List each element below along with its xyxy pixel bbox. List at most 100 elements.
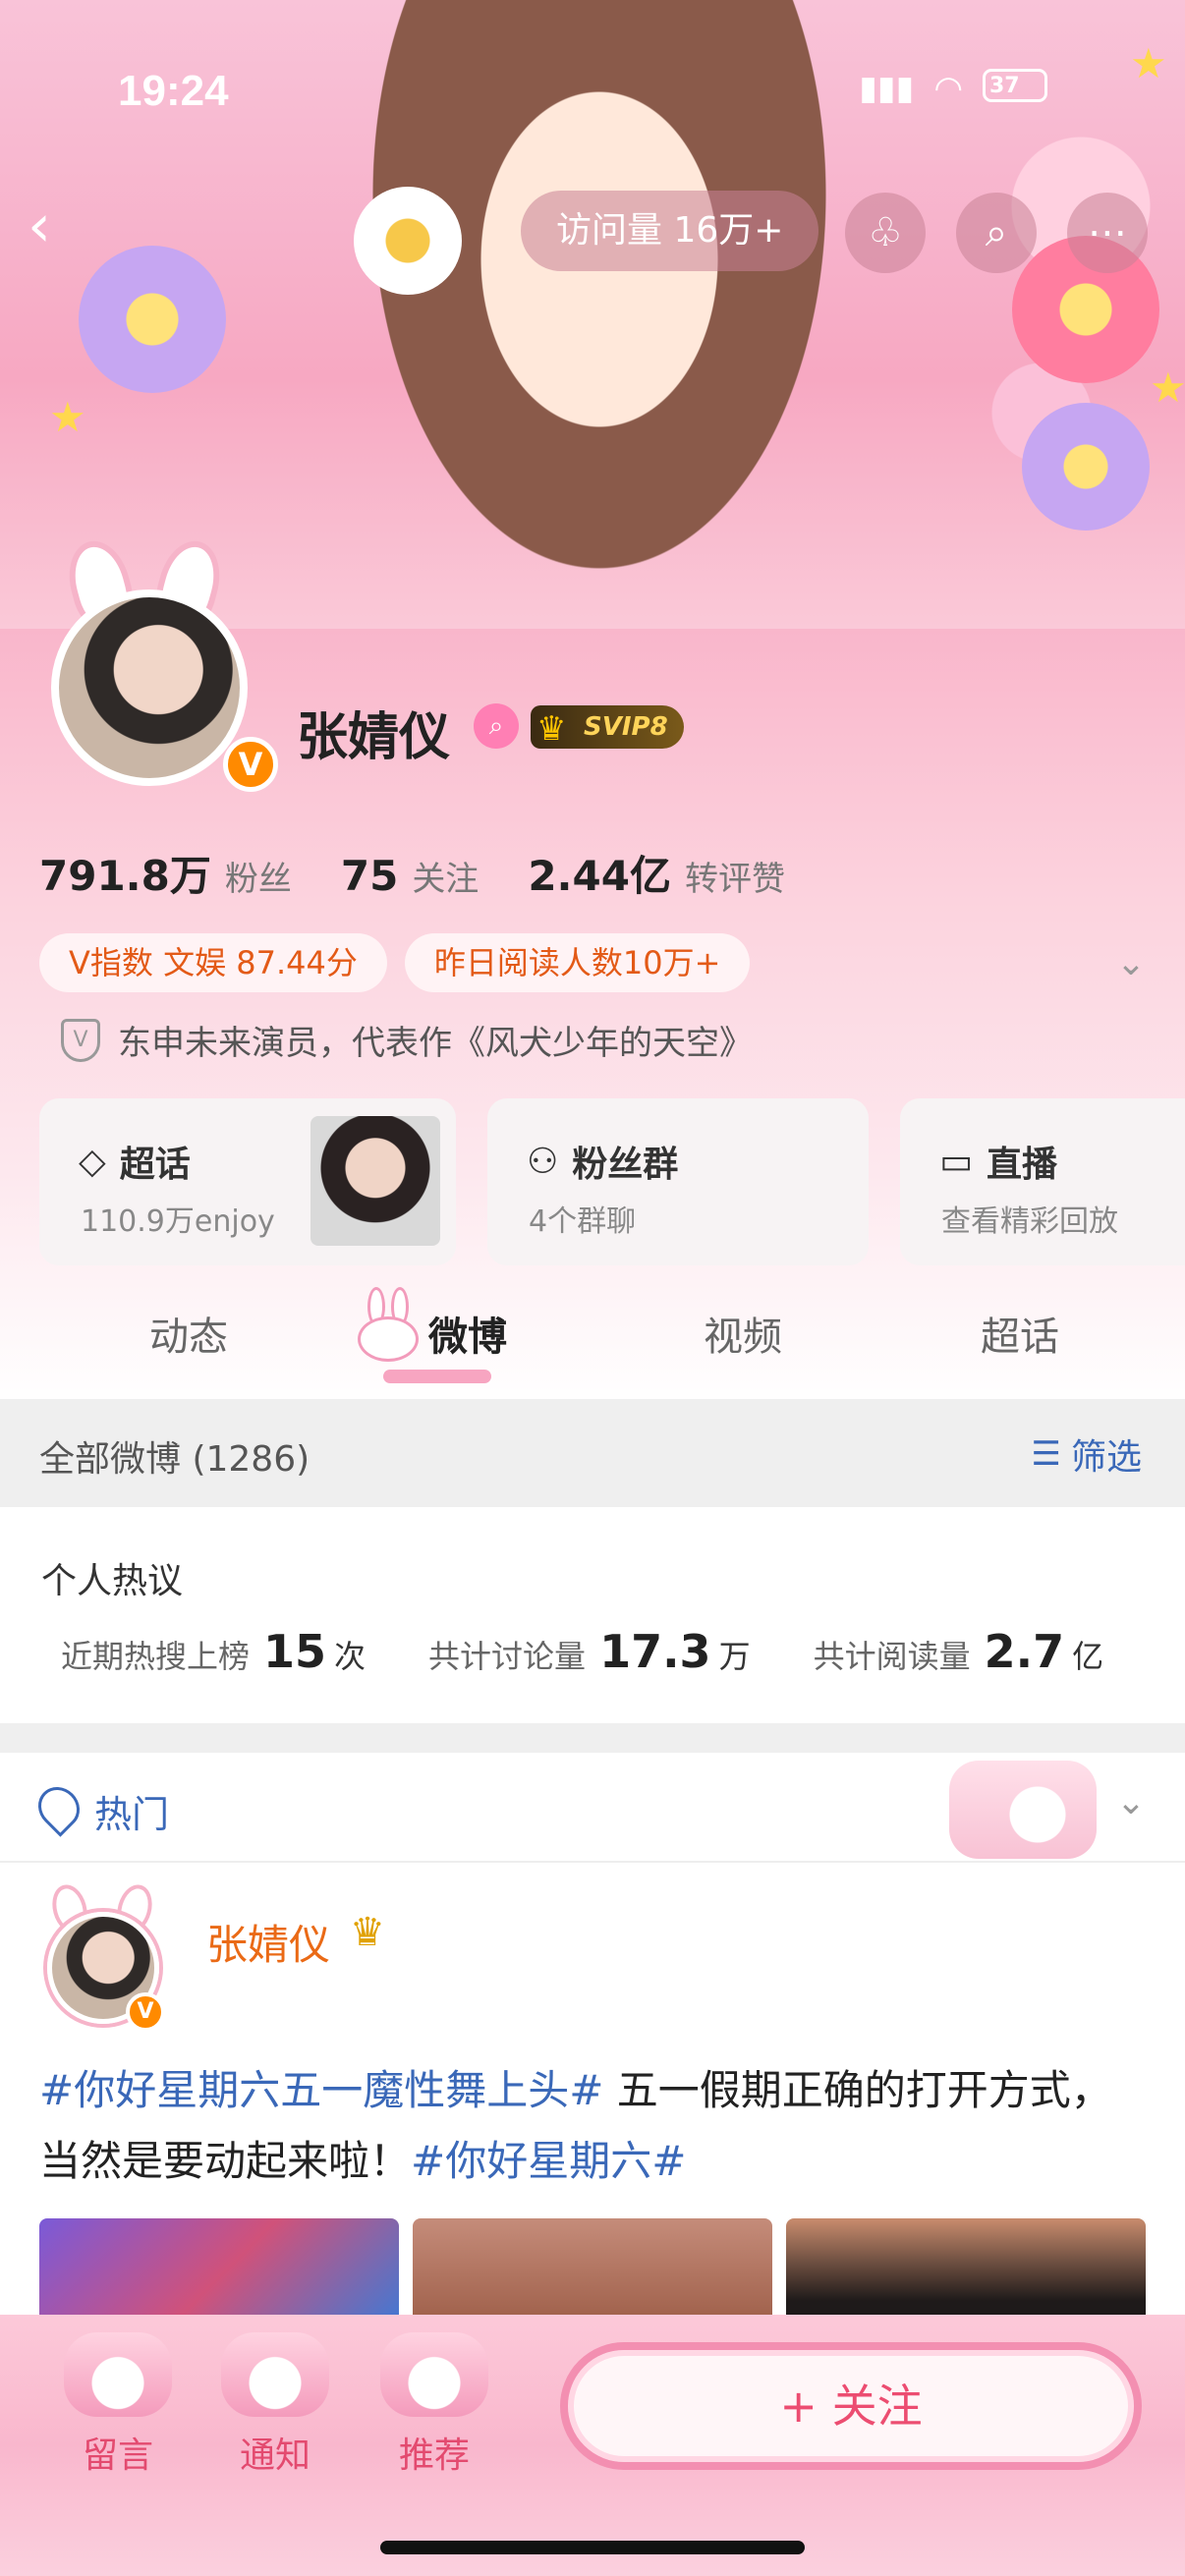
- hot-label: 热门: [94, 1793, 170, 1836]
- svip-badge[interactable]: ♛ SVIP8: [531, 705, 684, 749]
- profile-name: 张婧仪: [297, 708, 451, 767]
- recommend-button[interactable]: 推荐: [366, 2332, 503, 2478]
- message-label: 留言: [82, 2436, 153, 2476]
- message-button[interactable]: 留言: [49, 2332, 187, 2478]
- battery-level: 37: [989, 74, 1020, 98]
- likes-label: 转评赞: [684, 860, 785, 899]
- profile-section: V 张婧仪 ⌕ ♛ SVIP8 791.8万 粉丝 75 关注 2.44亿 转评赞…: [0, 533, 1185, 1405]
- back-icon[interactable]: ‹: [28, 196, 96, 265]
- stat-label: 近期热搜上榜: [61, 1638, 251, 1675]
- feature-cards: ◇ 超话 110.9万enjoy ⚇ 粉丝群 4个群聊 ▭ 直播 查看精彩回放: [39, 1098, 1185, 1265]
- bottom-action-bar: 留言 通知 推荐 + 关注: [0, 2315, 1185, 2576]
- search-badge-icon[interactable]: ⌕: [474, 703, 519, 749]
- card-title: ◇ 超话: [79, 1136, 191, 1187]
- bunny-notify-icon: [221, 2332, 329, 2417]
- post-author[interactable]: 张婧仪: [206, 1912, 330, 1972]
- visit-count[interactable]: 访问量 16万+: [521, 191, 819, 271]
- weibo-post[interactable]: V 张婧仪 ♛ #你好星期六五一魔性舞上头# 五一假期正确的打开方式，当然是要动…: [0, 1863, 1185, 2336]
- gift-icon[interactable]: ♧: [845, 193, 926, 273]
- followers-label[interactable]: 粉丝: [225, 852, 292, 900]
- following-count[interactable]: 75: [341, 852, 398, 900]
- stat-unit: 次: [334, 1638, 367, 1675]
- card-subtitle: 查看精彩回放: [941, 1204, 1118, 1239]
- status-bar: 19:24 ▮▮▮ ◠ 37: [0, 51, 1185, 120]
- filter-button[interactable]: ☰ 筛选: [1032, 1428, 1143, 1480]
- location-pin-icon: [29, 1778, 88, 1837]
- profile-bio: V 东申未来演员，代表作《风犬少年的天空》: [61, 1016, 753, 1064]
- card-title: ▭ 直播: [939, 1136, 1057, 1187]
- profile-stats: 791.8万 粉丝 75 关注 2.44亿 转评赞: [39, 843, 834, 903]
- card-subtitle: 4个群聊: [529, 1204, 637, 1239]
- stat-label: 共计阅读量: [813, 1638, 971, 1675]
- avatar[interactable]: V: [22, 533, 278, 806]
- card-title-text: 超话: [119, 1145, 191, 1185]
- profile-tags: V指数 文娱 87.44分 昨日阅读人数10万+: [39, 933, 751, 992]
- flower-decoration: [1022, 403, 1150, 531]
- tab-weibo[interactable]: 微博: [428, 1305, 507, 1362]
- star-decoration: ★: [1150, 364, 1185, 412]
- topic-link[interactable]: #你好星期六五一魔性舞上头#: [39, 2066, 603, 2114]
- post-text: #你好星期六五一魔性舞上头# 五一假期正确的打开方式，当然是要动起来啦！#你好星…: [39, 2055, 1150, 2197]
- super-topic-thumbnail: [310, 1116, 440, 1246]
- more-icon[interactable]: ⋯: [1067, 193, 1148, 273]
- super-topic-card[interactable]: ◇ 超话 110.9万enjoy: [39, 1098, 456, 1265]
- stat-unit: 万: [718, 1638, 751, 1675]
- crown-icon: ♛: [536, 709, 567, 749]
- followers-count[interactable]: 791.8万: [39, 843, 211, 903]
- bunny-decoration-icon: [949, 1761, 1097, 1859]
- personal-hot-discussion[interactable]: 个人热议 近期热搜上榜 15 次 共计讨论量 17.3 万 共计阅读量 2.7 …: [0, 1507, 1185, 1723]
- section-divider: [0, 1723, 1185, 1753]
- follow-button[interactable]: + 关注: [560, 2342, 1142, 2470]
- notify-button[interactable]: 通知: [206, 2332, 344, 2478]
- top-nav: ‹ 访问量 16万+ ♧ ⌕ ⋯: [0, 187, 1185, 275]
- likes-count: 2.44亿: [528, 852, 671, 900]
- fan-group-card[interactable]: ⚇ 粉丝群 4个群聊: [487, 1098, 869, 1265]
- recommend-label: 推荐: [398, 2436, 470, 2476]
- filter-icon: ☰: [1031, 1434, 1061, 1474]
- readers-tag[interactable]: 昨日阅读人数10万+: [404, 933, 751, 992]
- post-avatar[interactable]: V: [39, 1880, 167, 2032]
- card-subtitle: 110.9万enjoy: [81, 1204, 275, 1239]
- v-index-tag[interactable]: V指数 文娱 87.44分: [39, 933, 387, 992]
- group-icon: ⚇: [527, 1141, 559, 1182]
- search-icon[interactable]: ⌕: [956, 193, 1037, 273]
- svip-level: SVIP8: [584, 712, 668, 742]
- all-posts-bar: 全部微博 (1286) ☰ 筛选: [0, 1399, 1185, 1507]
- following-label[interactable]: 关注: [412, 852, 479, 900]
- tab-active-indicator: [383, 1370, 491, 1383]
- stat-label: 共计讨论量: [428, 1638, 587, 1675]
- status-icons: ▮▮▮ ◠ 37: [859, 69, 1047, 108]
- crown-icon: ♛: [350, 1910, 385, 1955]
- topic-link[interactable]: #你好星期六#: [411, 2137, 686, 2185]
- verified-badge-icon: V: [126, 1992, 165, 2032]
- filter-label: 筛选: [1070, 1437, 1142, 1478]
- tab-video[interactable]: 视频: [704, 1305, 782, 1362]
- hot-section-header[interactable]: 热门 ⌄: [0, 1753, 1185, 1863]
- card-title: ⚇ 粉丝群: [527, 1136, 678, 1187]
- card-title-text: 直播: [987, 1145, 1058, 1185]
- stat-unit: 亿: [1072, 1638, 1104, 1675]
- avatar-image: [51, 589, 248, 786]
- stat-value: 17.3: [599, 1625, 711, 1678]
- bunny-message-icon: [64, 2332, 172, 2417]
- notify-label: 通知: [239, 2436, 310, 2476]
- all-posts-title: 全部微博 (1286): [39, 1439, 310, 1480]
- signal-icon: ▮▮▮: [859, 69, 915, 108]
- star-decoration: ★: [49, 393, 86, 441]
- verified-badge: V: [223, 737, 278, 792]
- live-card[interactable]: ▭ 直播 查看精彩回放: [900, 1098, 1185, 1265]
- bunny-icon: [354, 1287, 423, 1375]
- diamond-icon: ◇: [79, 1141, 106, 1182]
- stat-value: 15: [263, 1625, 327, 1678]
- tv-icon: ▭: [939, 1141, 974, 1182]
- chevron-down-icon[interactable]: ⌄: [1116, 1782, 1146, 1822]
- profile-tabs: 动态 微博 视频 超话: [0, 1275, 1185, 1383]
- bio-text: 东申未来演员，代表作《风犬少年的天空》: [118, 1024, 753, 1063]
- chevron-down-icon[interactable]: ⌄: [1116, 943, 1146, 983]
- wifi-icon: ◠: [933, 69, 963, 108]
- tab-super-topic[interactable]: 超话: [981, 1305, 1059, 1362]
- battery-icon: 37: [983, 69, 1047, 102]
- status-time: 19:24: [118, 67, 229, 115]
- tab-dynamics[interactable]: 动态: [149, 1305, 228, 1362]
- home-indicator: [380, 2541, 805, 2554]
